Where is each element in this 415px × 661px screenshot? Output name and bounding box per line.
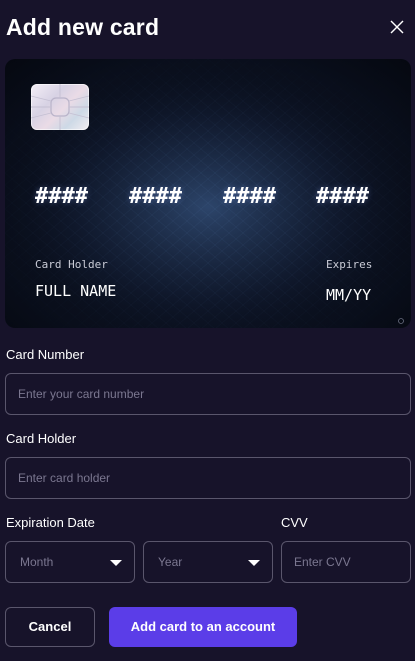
card-holder-input[interactable] [5, 457, 411, 499]
card-number-group: #### [223, 184, 276, 209]
cancel-button[interactable]: Cancel [5, 607, 95, 647]
year-select[interactable]: Year [143, 541, 273, 583]
card-holder-label: Card Holder [6, 431, 77, 446]
chevron-down-icon [248, 560, 260, 566]
add-card-button[interactable]: Add card to an account [109, 607, 297, 647]
add-card-dialog: Add new card #### #### #### #### Card Ho… [0, 0, 415, 661]
expires-value: MM/YY [326, 286, 372, 304]
cvv-label: CVV [281, 515, 308, 530]
cvv-input[interactable] [281, 541, 411, 583]
card-number-label: Card Number [6, 347, 85, 362]
card-chip-icon [31, 84, 89, 130]
month-select-value: Month [20, 555, 54, 569]
close-icon[interactable] [389, 19, 405, 35]
card-preview: #### #### #### #### Card Holder FULL NAM… [5, 59, 411, 328]
card-number-group: #### [35, 184, 88, 209]
expires-caption: Expires [326, 258, 373, 271]
card-holder-value: FULL NAME [35, 282, 117, 300]
year-select-value: Year [158, 555, 183, 569]
card-number-group: #### [129, 184, 182, 209]
card-number-group: #### [316, 184, 369, 209]
card-number-input[interactable] [5, 373, 411, 415]
month-select[interactable]: Month [5, 541, 135, 583]
expiration-date-label: Expiration Date [6, 515, 95, 530]
dialog-title: Add new card [6, 14, 160, 40]
card-holder-caption: Card Holder [35, 258, 108, 271]
chevron-down-icon [110, 560, 122, 566]
